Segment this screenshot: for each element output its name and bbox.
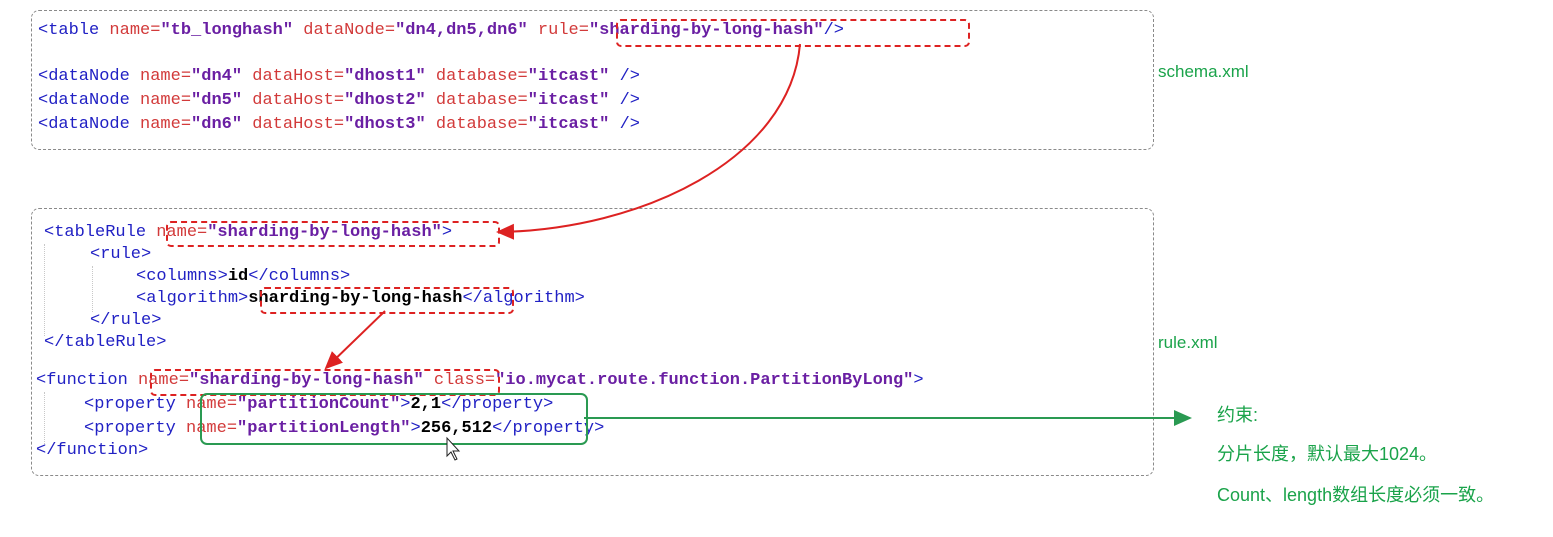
notes-title: 约束: <box>1217 405 1259 425</box>
mouse-cursor-icon <box>446 436 461 461</box>
algorithm-to-function-arrow <box>324 310 386 370</box>
notes-line-1: 分片长度，默认最大1024。 <box>1217 444 1438 464</box>
schema-to-tablerule-arrow <box>496 43 801 240</box>
notes-line-2: Count、length数组长度必须一致。 <box>1217 485 1495 505</box>
